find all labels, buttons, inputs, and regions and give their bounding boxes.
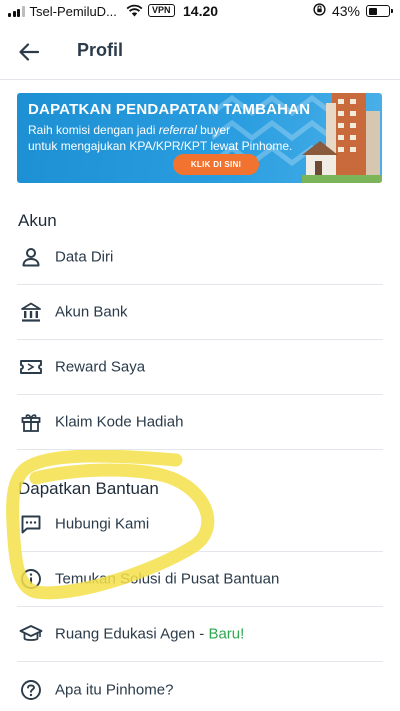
menu-item-akun-bank[interactable]: Akun Bank xyxy=(17,285,383,340)
new-badge: Baru! xyxy=(208,625,245,643)
section-title-bantuan: Dapatkan Bantuan xyxy=(18,479,159,498)
menu-item-label: Temukan Solusi di Pusat Bantuan xyxy=(55,570,280,588)
section-title-akun: Akun xyxy=(18,211,57,230)
menu-item-label: Klaim Kode Hadiah xyxy=(55,413,184,431)
menu-item-reward-saya[interactable]: Reward Saya xyxy=(17,340,383,395)
gift-icon xyxy=(19,410,43,434)
clock: 14.20 xyxy=(183,3,219,19)
menu-item-label: Akun Bank xyxy=(55,303,128,321)
orientation-lock-icon xyxy=(313,3,326,19)
menu-item-label: Ruang Edukasi Agen - Baru! xyxy=(55,626,244,643)
menu-item-pusat-bantuan[interactable]: Temukan Solusi di Pusat Bantuan xyxy=(17,552,383,607)
help-icon xyxy=(19,678,43,702)
info-icon xyxy=(19,567,43,591)
app-header: Profil xyxy=(0,24,400,80)
menu-item-ruang-edukasi[interactable]: Ruang Edukasi Agen - Baru! xyxy=(17,607,383,662)
menu-item-apa-itu-pinhome[interactable]: Apa itu Pinhome? xyxy=(17,662,383,711)
banner-headline: DAPATKAN PENDAPATAN TAMBAHAN xyxy=(28,101,311,118)
graduation-cap-icon xyxy=(19,622,43,646)
back-button[interactable] xyxy=(14,38,44,66)
signal-icon xyxy=(8,6,25,17)
battery-fill xyxy=(368,7,377,15)
banner-body-text: Raih komisi dengan jadi xyxy=(28,123,159,137)
menu-item-klaim-kode-hadiah[interactable]: Klaim Kode Hadiah xyxy=(17,395,383,450)
menu-item-label: Hubungi Kami xyxy=(55,515,150,533)
banner-body: Raih komisi dengan jadi referral buyer u… xyxy=(28,122,328,154)
person-icon xyxy=(19,245,43,269)
arrow-left-icon xyxy=(19,43,39,61)
banner-body-line2: untuk mengajukan KPA/KPR/KPT lewat Pinho… xyxy=(28,139,293,153)
battery-icon xyxy=(366,5,393,17)
page-title: Profil xyxy=(77,40,124,60)
menu-item-label: Apa itu Pinhome? xyxy=(55,681,174,698)
menu-item-label: Reward Saya xyxy=(55,358,146,376)
battery-group: 43% xyxy=(313,3,393,19)
battery-percent: 43% xyxy=(331,3,360,19)
carrier-group: Tsel-PemiluD... xyxy=(8,4,117,19)
menu-item-data-diri[interactable]: Data Diri xyxy=(17,230,383,285)
banner-cta-button[interactable]: KLIK DI SINI xyxy=(173,154,259,175)
menu-item-label: Data Diri xyxy=(55,248,114,266)
chat-icon xyxy=(19,512,43,536)
banner-body-text-2: buyer xyxy=(196,123,231,137)
promo-banner[interactable]: DAPATKAN PENDAPATAN TAMBAHAN Raih komisi… xyxy=(17,93,382,183)
status-bar: Tsel-PemiluD... VPN 14.20 43% xyxy=(0,0,400,24)
carrier-name: Tsel-PemiluD... xyxy=(29,4,117,19)
menu-item-label-text: Ruang Edukasi Agen - xyxy=(55,625,209,643)
wifi-icon xyxy=(126,4,143,20)
ticket-icon xyxy=(19,355,43,379)
banner-body-italic: referral xyxy=(158,123,197,137)
vpn-badge: VPN xyxy=(148,4,175,17)
bank-icon xyxy=(19,300,43,324)
menu-item-hubungi-kami[interactable]: Hubungi Kami xyxy=(17,497,383,552)
